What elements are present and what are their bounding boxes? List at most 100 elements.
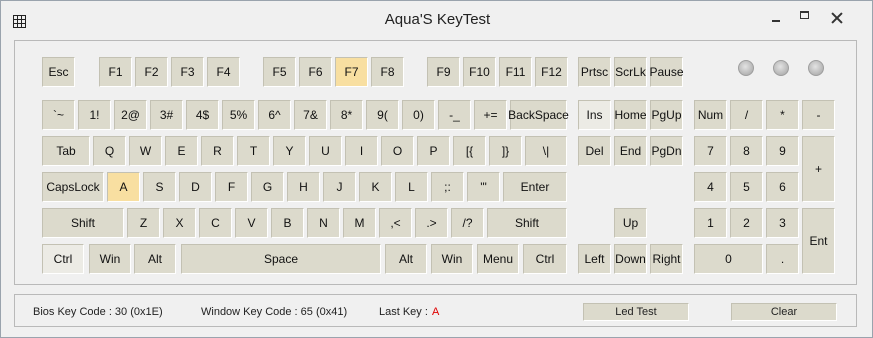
- key-right-win[interactable]: Win: [431, 244, 473, 274]
- key-backtick[interactable]: `~: [42, 100, 75, 130]
- key-1[interactable]: 1!: [78, 100, 111, 130]
- key-t[interactable]: T: [237, 136, 270, 166]
- key-x[interactable]: X: [163, 208, 196, 238]
- key-num-subtract[interactable]: -: [802, 100, 835, 130]
- key-n[interactable]: N: [307, 208, 340, 238]
- key-num-3[interactable]: 3: [766, 208, 799, 238]
- key-num-2[interactable]: 2: [730, 208, 763, 238]
- key-f3[interactable]: F3: [171, 57, 204, 87]
- key-numlock[interactable]: Num: [694, 100, 727, 130]
- key-h[interactable]: H: [287, 172, 320, 202]
- key-end[interactable]: End: [614, 136, 647, 166]
- key-equals[interactable]: +=: [474, 100, 507, 130]
- key-f10[interactable]: F10: [463, 57, 496, 87]
- key-slash[interactable]: /?: [451, 208, 484, 238]
- key-pgup[interactable]: PgUp: [650, 100, 683, 130]
- key-left[interactable]: Left: [578, 244, 611, 274]
- key-num-decimal[interactable]: .: [766, 244, 799, 274]
- key-3[interactable]: 3#: [150, 100, 183, 130]
- key-pause[interactable]: Pause: [649, 57, 684, 87]
- key-m[interactable]: M: [343, 208, 376, 238]
- key-left-bracket[interactable]: [{: [453, 136, 486, 166]
- key-r[interactable]: R: [201, 136, 234, 166]
- key-right-bracket[interactable]: ]}: [489, 136, 522, 166]
- key-i[interactable]: I: [345, 136, 378, 166]
- key-down[interactable]: Down: [614, 244, 647, 274]
- key-num-enter[interactable]: Ent: [802, 208, 835, 274]
- key-backslash[interactable]: \|: [525, 136, 567, 166]
- key-8[interactable]: 8*: [330, 100, 363, 130]
- key-s[interactable]: S: [143, 172, 176, 202]
- key-v[interactable]: V: [235, 208, 268, 238]
- key-u[interactable]: U: [309, 136, 342, 166]
- key-right-alt[interactable]: Alt: [385, 244, 427, 274]
- key-right-shift[interactable]: Shift: [487, 208, 567, 238]
- key-left-win[interactable]: Win: [89, 244, 131, 274]
- key-semicolon[interactable]: ;:: [431, 172, 464, 202]
- led-test-button[interactable]: Led Test: [583, 303, 689, 321]
- key-num-8[interactable]: 8: [730, 136, 763, 166]
- key-f6[interactable]: F6: [299, 57, 332, 87]
- key-l[interactable]: L: [395, 172, 428, 202]
- key-7[interactable]: 7&: [294, 100, 327, 130]
- key-comma[interactable]: ,<: [379, 208, 412, 238]
- key-scrlk[interactable]: ScrLk: [614, 57, 647, 87]
- key-ins[interactable]: Ins: [578, 100, 611, 130]
- key-f1[interactable]: F1: [99, 57, 132, 87]
- maximize-icon[interactable]: [791, 7, 819, 27]
- key-f4[interactable]: F4: [207, 57, 240, 87]
- key-0[interactable]: 0): [402, 100, 435, 130]
- key-f7[interactable]: F7: [335, 57, 368, 87]
- key-pgdn[interactable]: PgDn: [650, 136, 683, 166]
- key-f12[interactable]: F12: [535, 57, 568, 87]
- key-a[interactable]: A: [107, 172, 140, 202]
- key-home[interactable]: Home: [614, 100, 647, 130]
- key-g[interactable]: G: [251, 172, 284, 202]
- key-num-6[interactable]: 6: [766, 172, 799, 202]
- minimize-icon[interactable]: [761, 7, 789, 27]
- key-w[interactable]: W: [129, 136, 162, 166]
- key-right-ctrl[interactable]: Ctrl: [523, 244, 567, 274]
- key-num-add[interactable]: +: [802, 136, 835, 202]
- key-4[interactable]: 4$: [186, 100, 219, 130]
- key-num-1[interactable]: 1: [694, 208, 727, 238]
- key-menu[interactable]: Menu: [477, 244, 519, 274]
- key-6[interactable]: 6^: [258, 100, 291, 130]
- key-p[interactable]: P: [417, 136, 450, 166]
- key-y[interactable]: Y: [273, 136, 306, 166]
- key-b[interactable]: B: [271, 208, 304, 238]
- key-period[interactable]: .>: [415, 208, 448, 238]
- key-num-4[interactable]: 4: [694, 172, 727, 202]
- key-backspace[interactable]: BackSpace: [508, 100, 569, 130]
- key-num-divide[interactable]: /: [730, 100, 763, 130]
- key-num-0[interactable]: 0: [694, 244, 763, 274]
- key-del[interactable]: Del: [578, 136, 611, 166]
- key-left-shift[interactable]: Shift: [42, 208, 124, 238]
- key-q[interactable]: Q: [93, 136, 126, 166]
- close-icon[interactable]: [823, 7, 851, 27]
- key-right[interactable]: Right: [650, 244, 683, 274]
- key-f[interactable]: F: [215, 172, 248, 202]
- key-space[interactable]: Space: [181, 244, 381, 274]
- key-c[interactable]: C: [199, 208, 232, 238]
- key-left-alt[interactable]: Alt: [134, 244, 176, 274]
- key-f8[interactable]: F8: [371, 57, 404, 87]
- key-quote[interactable]: '": [467, 172, 500, 202]
- key-prtsc[interactable]: Prtsc: [578, 57, 611, 87]
- key-d[interactable]: D: [179, 172, 212, 202]
- key-num-multiply[interactable]: *: [766, 100, 799, 130]
- key-f5[interactable]: F5: [263, 57, 296, 87]
- key-f11[interactable]: F11: [499, 57, 532, 87]
- key-left-ctrl[interactable]: Ctrl: [42, 244, 84, 274]
- key-2[interactable]: 2@: [114, 100, 147, 130]
- key-j[interactable]: J: [323, 172, 356, 202]
- key-z[interactable]: Z: [127, 208, 160, 238]
- key-e[interactable]: E: [165, 136, 198, 166]
- key-num-5[interactable]: 5: [730, 172, 763, 202]
- key-num-7[interactable]: 7: [694, 136, 727, 166]
- key-f2[interactable]: F2: [135, 57, 168, 87]
- key-9[interactable]: 9(: [366, 100, 399, 130]
- key-minus[interactable]: -_: [438, 100, 471, 130]
- key-esc[interactable]: Esc: [42, 57, 75, 87]
- key-capslock[interactable]: CapsLock: [42, 172, 104, 202]
